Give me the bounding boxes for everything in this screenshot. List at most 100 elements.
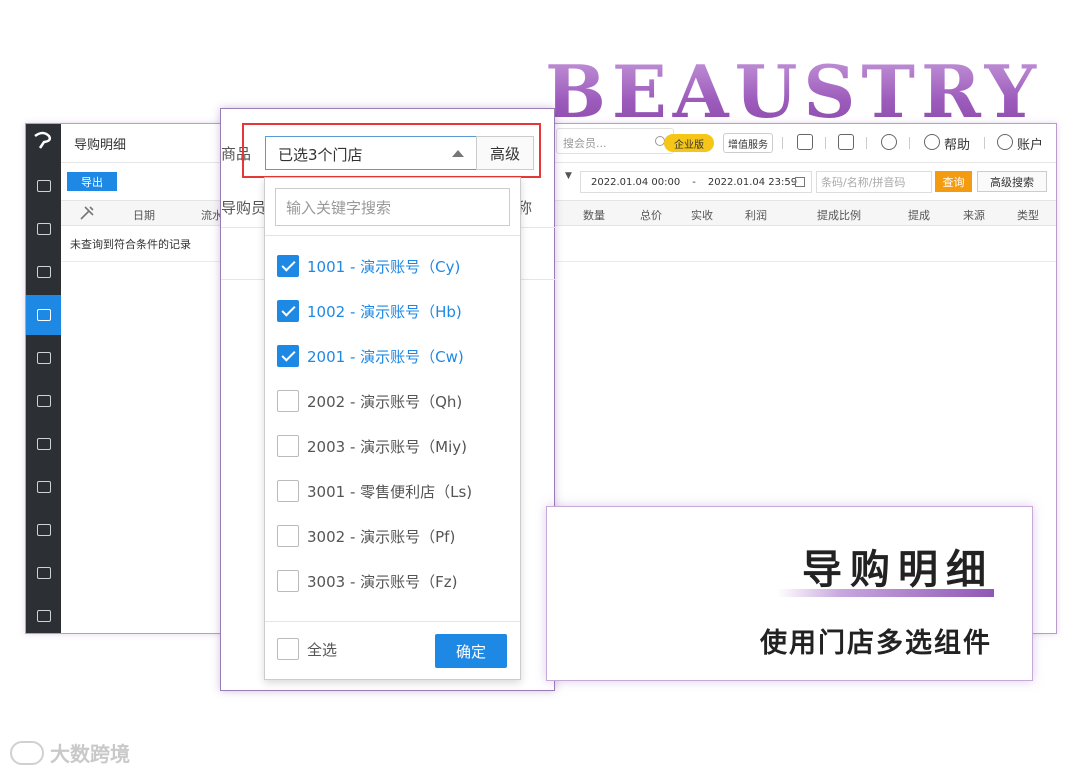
query-button[interactable]: 查询: [935, 171, 972, 192]
checkbox-icon: [277, 480, 299, 502]
col-total: 总价: [640, 209, 662, 222]
col-qty: 数量: [583, 209, 605, 222]
sidebar-item-goods[interactable]: [26, 252, 61, 292]
caption-subtitle: 使用门店多选组件: [760, 628, 992, 659]
store-select-value: 已选3个门店: [278, 146, 363, 164]
checkbox-icon: [277, 390, 299, 412]
help-icon[interactable]: [924, 134, 940, 150]
sidebar-item-analytics[interactable]: [26, 424, 61, 464]
filter-dropdown-caret[interactable]: ▼: [565, 171, 579, 191]
store-search-input[interactable]: 输入关键字搜索: [275, 188, 510, 226]
store-option-label: 3001 - 零售便利店（Ls): [307, 482, 473, 501]
sidebar-item-stores[interactable]: [26, 381, 61, 421]
caption-title: 导购明细: [802, 547, 994, 593]
brand-title: BEAUSTRY: [545, 49, 1042, 134]
store-option[interactable]: 3001 - 零售便利店（Ls): [277, 479, 472, 503]
date-start: 2022.01.04 00:00: [591, 176, 681, 188]
store-option-label: 3002 - 演示账号（Pf): [307, 527, 456, 546]
store-option-label: 2003 - 演示账号（Miy): [307, 437, 467, 456]
chart-icon: [36, 438, 51, 450]
store-option[interactable]: 1002 - 演示账号（Hb): [277, 299, 462, 323]
store-option-label: 3003 - 演示账号（Fz): [307, 572, 458, 591]
col-commission-rate: 提成比例: [817, 209, 861, 222]
select-all-checkbox[interactable]: 全选: [277, 638, 337, 660]
device-icon: [36, 524, 51, 536]
store-option[interactable]: 1001 - 演示账号（Cy): [277, 254, 460, 278]
user-icon[interactable]: [997, 134, 1013, 150]
caption-underline: [777, 589, 994, 597]
store-option[interactable]: 2001 - 演示账号（Cw): [277, 344, 464, 368]
account-link[interactable]: 账户: [1017, 134, 1043, 153]
divider: [825, 137, 826, 149]
sidebar-item-reports[interactable]: [26, 295, 61, 335]
store-option[interactable]: 2002 - 演示账号（Qh): [277, 389, 462, 413]
advanced-search-button[interactable]: 高级搜索: [977, 171, 1047, 192]
row-divider: [61, 261, 1056, 262]
sidebar-item-home[interactable]: [26, 166, 61, 206]
register-icon: [36, 223, 51, 235]
box-icon: [36, 266, 51, 278]
date-separator: -: [692, 176, 696, 188]
caret-up-icon: [452, 150, 464, 157]
col-source: 来源: [963, 209, 985, 222]
clipboard-icon[interactable]: [797, 134, 813, 150]
column-settings-icon[interactable]: [79, 205, 95, 221]
export-button[interactable]: 导出: [67, 172, 117, 191]
enterprise-badge[interactable]: 企业版: [664, 134, 714, 152]
store-option-label: 2002 - 演示账号（Qh): [307, 392, 463, 411]
headset-icon[interactable]: [881, 134, 897, 150]
checkbox-icon: [277, 435, 299, 457]
store-option[interactable]: 2003 - 演示账号（Miy): [277, 434, 467, 458]
table-header: 日期 流水 数量 总价 实收 利润 提成比例 提成 来源 类型: [61, 200, 1056, 226]
sidebar-item-devices[interactable]: [26, 510, 61, 550]
checkbox-icon: [277, 638, 299, 660]
store-dropdown: 输入关键字搜索 1001 - 演示账号（Cy) 1002 - 演示账号（Hb) 20…: [264, 177, 521, 680]
value-added-button[interactable]: 增值服务: [723, 133, 773, 153]
col-type: 类型: [1017, 209, 1039, 222]
store-multiselect[interactable]: 已选3个门店: [265, 136, 477, 170]
home-icon: [36, 180, 51, 192]
store-option-label: 2001 - 演示账号（Cw): [307, 347, 464, 366]
speaker-icon[interactable]: [838, 134, 854, 150]
watermark: 大数跨境: [10, 738, 130, 767]
sidebar-item-members[interactable]: [26, 338, 61, 378]
confirm-button[interactable]: 确定: [435, 634, 507, 668]
date-end: 2022.01.04 23:59: [707, 176, 798, 188]
date-range-input[interactable]: 2022.01.04 00:00 - 2022.01.04 23:59: [580, 171, 812, 193]
report-card-icon: [36, 309, 51, 321]
store-option[interactable]: 3003 - 演示账号（Fz): [277, 569, 457, 593]
app-logo-icon: [34, 131, 52, 149]
member-search-placeholder: 搜会员...: [563, 137, 607, 150]
advanced-button[interactable]: 高级: [476, 136, 534, 170]
sliders-icon: [36, 481, 51, 493]
sidebar-item-tools[interactable]: [26, 553, 61, 593]
col-date: 日期: [133, 209, 155, 222]
calendar-icon: [795, 177, 805, 187]
page-title: 导购明细: [74, 138, 127, 153]
divider: [866, 137, 867, 149]
sidebar-item-settings[interactable]: [26, 467, 61, 507]
checkbox-checked-icon: [277, 345, 299, 367]
list-search-icon: [36, 610, 51, 622]
store-option-label: 1001 - 演示账号（Cy): [307, 257, 461, 276]
divider: [984, 137, 985, 149]
help-link[interactable]: 帮助: [944, 134, 970, 153]
tools-icon: [36, 567, 51, 579]
guide-label: 导购员: [221, 199, 267, 217]
sidebar-item-search[interactable]: [26, 596, 61, 636]
caption-card: 导购明细 使用门店多选组件: [546, 506, 1033, 681]
divider: [782, 137, 783, 149]
checkbox-icon: [277, 525, 299, 547]
col-commission: 提成: [908, 209, 930, 222]
checkbox-checked-icon: [277, 300, 299, 322]
watermark-logo-icon: [10, 740, 44, 765]
store-option[interactable]: 3002 - 演示账号（Pf): [277, 524, 455, 548]
code-search-input[interactable]: 条码/名称/拼音码: [816, 171, 932, 193]
sidebar-item-sales[interactable]: [26, 209, 61, 249]
member-search-input[interactable]: 搜会员...: [556, 128, 674, 154]
checkbox-icon: [277, 570, 299, 592]
col-profit: 利润: [745, 209, 767, 222]
dropdown-divider: [265, 621, 520, 622]
divider: [909, 137, 910, 149]
dropdown-divider: [265, 235, 520, 236]
